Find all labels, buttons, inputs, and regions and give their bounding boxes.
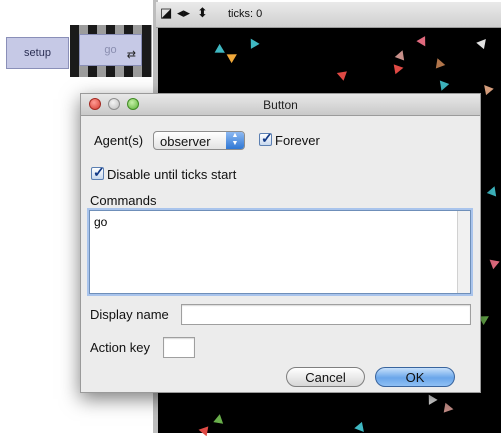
turtle (476, 35, 490, 50)
horizontal-arrows-icon[interactable]: ◂▸ (177, 6, 190, 20)
forever-icon: ⇄ (126, 49, 136, 61)
action-key-input[interactable] (163, 337, 195, 358)
cancel-button[interactable]: Cancel (286, 367, 365, 387)
cancel-button-label: Cancel (305, 369, 346, 385)
display-name-label: Display name (90, 307, 169, 322)
setup-button-label: setup (24, 47, 51, 59)
commands-label: Commands (90, 193, 157, 208)
turtle (486, 255, 500, 270)
setup-button[interactable]: setup (6, 37, 69, 69)
turtle (354, 421, 368, 436)
turtle (226, 49, 240, 64)
action-key-label: Action key (90, 340, 150, 355)
vertical-arrows-icon[interactable]: ⬍ (197, 6, 208, 20)
turtle (213, 413, 225, 424)
turtle (393, 62, 405, 75)
disable-until-ticks-label: Disable until ticks start (107, 167, 237, 182)
go-button-label: go (104, 44, 117, 56)
disable-until-ticks-checkbox[interactable]: ✓ (91, 164, 105, 180)
go-button[interactable]: go ⇄ (79, 34, 142, 66)
turtle (486, 184, 500, 197)
turtle (394, 48, 408, 61)
forever-checkbox[interactable]: ✓ (259, 130, 273, 146)
select-arrows-icon: ▲ ▼ (226, 132, 244, 149)
agents-select[interactable]: observer ▲ ▼ (153, 131, 245, 150)
checkmark-icon: ✓ (93, 164, 105, 180)
go-button-selection-frame: go ⇄ (70, 25, 152, 77)
turtle (214, 43, 228, 58)
ticks-counter: ticks: 0 (228, 8, 263, 20)
agents-select-value: observer (160, 134, 211, 149)
resize-icon[interactable]: ◪ (160, 6, 172, 20)
turtle (480, 81, 494, 96)
dialog-title: Button (263, 98, 298, 112)
turtle (432, 56, 446, 69)
agents-label: Agent(s) (94, 133, 144, 148)
forever-label: Forever (275, 133, 320, 148)
commands-scrollbar[interactable] (457, 211, 470, 293)
view-toolbar: ◪ ◂▸ ⬍ ticks: 0 (156, 2, 501, 28)
turtle (197, 424, 209, 436)
button-dialog: Button Agent(s) observer ▲ ▼ ✓ Forever ✓ … (80, 93, 481, 393)
commands-textarea[interactable]: go (89, 210, 471, 294)
turtle (246, 36, 260, 49)
ok-button[interactable]: OK (375, 367, 455, 387)
display-name-input[interactable] (181, 304, 471, 325)
checkmark-icon: ✓ (261, 130, 273, 146)
turtle (335, 68, 347, 81)
ok-button-label: OK (405, 369, 425, 385)
commands-text: go (94, 215, 108, 229)
dialog-titlebar: Button (81, 94, 480, 116)
turtle (416, 36, 430, 49)
turtle (443, 402, 455, 415)
turtle (436, 80, 450, 93)
turtle (424, 392, 438, 405)
